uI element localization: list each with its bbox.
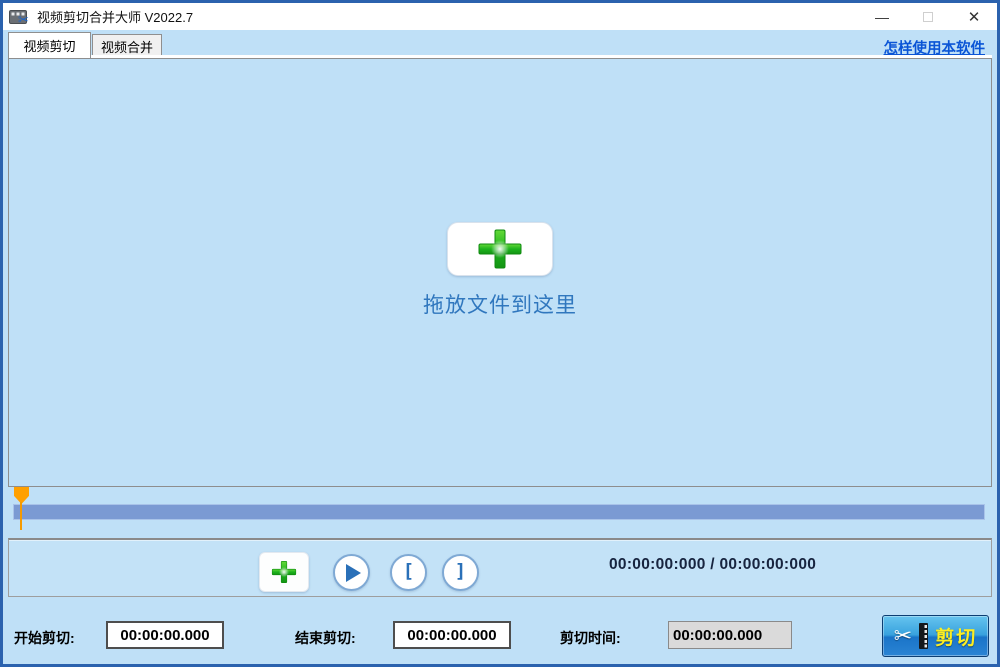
add-file-button[interactable] [259,552,309,592]
app-window: ✂ 视频剪切合并大师 V2022.7 — ✕ 视频剪切 视频合并 怎样使用本软件… [0,0,1000,667]
add-files-button[interactable] [447,222,553,276]
window-title: 视频剪切合并大师 V2022.7 [37,7,193,26]
plus-icon [476,229,524,269]
play-icon [346,564,361,582]
mark-start-button[interactable]: [ [390,554,427,591]
end-cut-input[interactable] [393,621,511,649]
cut-button[interactable]: ✂ 剪切 [882,615,989,657]
end-cut-label: 结束剪切: [295,628,356,648]
cut-settings-bar: 开始剪切: 结束剪切: 剪切时间: ✂ 剪切 [3,597,997,664]
tab-strip: 视频剪切 视频合并 怎样使用本软件 [3,30,997,58]
minimize-button[interactable]: — [859,3,905,30]
cut-duration-label: 剪切时间: [560,628,621,648]
cut-duration-field [668,621,792,649]
close-bracket-icon: ] [455,562,466,583]
film-strip-icon [919,623,928,649]
app-icon: ✂ [9,8,31,26]
player-controls-panel: [ ] 00:00:00:000 / 00:00:00:000 [8,538,992,597]
mark-end-button[interactable]: ] [442,554,479,591]
svg-text:✂: ✂ [18,12,29,26]
timeline-marker-stem [20,502,22,530]
open-bracket-icon: [ [403,562,414,583]
scissors-icon: ✂ [894,625,912,647]
tab-video-cut[interactable]: 视频剪切 [8,32,91,58]
timeline-track[interactable] [13,504,985,520]
start-cut-label: 开始剪切: [14,628,75,648]
drop-zone[interactable]: 拖放文件到这里 [8,58,992,487]
close-button[interactable]: ✕ [951,3,997,30]
drop-hint-text: 拖放文件到这里 [9,289,991,319]
title-bar: ✂ 视频剪切合并大师 V2022.7 — ✕ [3,3,997,30]
start-cut-input[interactable] [106,621,224,649]
maximize-icon [923,12,933,22]
timeline-marker[interactable] [14,487,29,530]
time-display: 00:00:00:000 / 00:00:00:000 [609,556,816,574]
maximize-button [905,3,951,30]
cut-button-label: 剪切 [935,623,977,650]
play-button[interactable] [333,554,370,591]
plus-icon [271,561,298,584]
